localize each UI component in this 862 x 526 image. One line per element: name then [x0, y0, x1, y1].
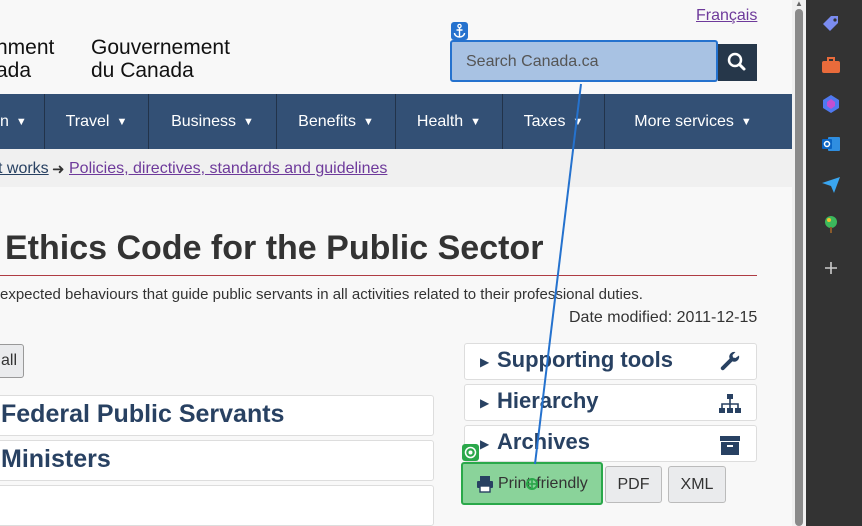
archives-toggle[interactable]: ▶ Archives [464, 425, 757, 462]
triangle-right-icon: ▶ [480, 437, 490, 451]
xml-button[interactable]: XML [668, 466, 726, 503]
print-icon [477, 476, 493, 493]
page-lead: expected behaviours that guide public se… [0, 286, 643, 303]
scroll-up-icon[interactable]: ▲ [795, 0, 803, 8]
panel-label: Supporting tools [497, 347, 673, 372]
page-title: Ethics Code for the Public Sector [5, 229, 544, 267]
tree-icon[interactable] [820, 213, 842, 235]
search-input[interactable]: Search Canada.ca [450, 40, 718, 82]
panel-ministers[interactable]: Ministers [0, 440, 434, 481]
anchor-marker-icon [451, 22, 468, 40]
menu-item-label: More services [634, 113, 734, 130]
menu-item-business[interactable]: Business ▼ [149, 94, 277, 149]
chevron-down-icon: ▼ [243, 116, 254, 128]
briefcase-icon[interactable] [820, 54, 842, 76]
wrench-icon [720, 351, 740, 371]
tag-icon[interactable] [820, 13, 842, 35]
breadcrumb-arrow-icon: ➜ [52, 161, 65, 178]
chevron-down-icon: ▼ [470, 116, 482, 128]
outlook-icon[interactable] [820, 133, 842, 155]
expand-all-button[interactable]: all [0, 344, 24, 378]
print-label: Print-friendly [498, 475, 588, 492]
main-menu: n ▼ Travel ▼ Business ▼ Benefits ▼ Health ▼ T… [0, 94, 792, 149]
supporting-tools-toggle[interactable]: ▶ Supporting tools [464, 343, 757, 380]
sitemap-icon [719, 394, 741, 413]
wordmark-en-line2: ada [0, 59, 32, 82]
add-icon[interactable] [820, 257, 842, 279]
panel-federal-public-servants[interactable]: Federal Public Servants [0, 395, 434, 436]
wordmark-en-line1: nment [0, 36, 55, 59]
chevron-down-icon: ▼ [15, 116, 27, 128]
chevron-down-icon: ▼ [362, 116, 374, 128]
panel-label: Hierarchy [497, 388, 599, 413]
send-icon[interactable] [820, 173, 842, 195]
canada-wordmark-fr[interactable]: Gouvernement du Canada [91, 36, 230, 82]
hierarchy-toggle[interactable]: ▶ Hierarchy [464, 384, 757, 421]
search-icon [727, 52, 746, 71]
menu-item-benefits[interactable]: Benefits ▼ [277, 94, 396, 149]
chevron-down-icon: ▼ [572, 116, 584, 128]
target-icon [464, 446, 477, 459]
triangle-right-icon: ▶ [480, 355, 490, 369]
panel-label: Archives [497, 429, 590, 454]
menu-item-label: n [0, 113, 9, 130]
chevron-down-icon: ▼ [116, 116, 128, 128]
panel-collapsed[interactable] [0, 485, 434, 526]
pdf-button[interactable]: PDF [605, 466, 662, 503]
breadcrumb-link-policies[interactable]: Policies, directives, standards and guid… [69, 160, 387, 178]
wordmark-fr-line1: Gouvernement [91, 36, 230, 59]
menu-item-label: Benefits [298, 113, 356, 130]
target-marker-icon [462, 444, 479, 461]
menu-item-taxes[interactable]: Taxes ▼ [503, 94, 605, 149]
panel-heading: Federal Public Servants [1, 400, 285, 428]
print-friendly-button[interactable]: Print-friendly [461, 462, 603, 505]
menu-item-health[interactable]: Health ▼ [396, 94, 503, 149]
copilot-icon[interactable] [820, 93, 842, 115]
breadcrumb-link[interactable]: t works [0, 160, 49, 178]
search-button[interactable] [718, 44, 757, 81]
web-page: Français nment ada Gouvernement du Canad… [0, 0, 792, 526]
menu-item-label: Travel [65, 113, 110, 130]
menu-item-label: Business [171, 113, 237, 130]
wordmark-fr-line2: du Canada [91, 59, 194, 82]
anchor-icon [453, 23, 466, 38]
browser-sidebar [806, 0, 862, 526]
panel-heading: Ministers [1, 445, 111, 473]
menu-item-partial[interactable]: n ▼ [0, 94, 45, 149]
menu-item-more-services[interactable]: More services ▼ [605, 94, 781, 149]
canada-wordmark-en[interactable]: nment ada [0, 36, 66, 82]
triangle-right-icon: ▶ [480, 396, 490, 410]
menu-item-label: Health [416, 113, 464, 130]
menu-item-travel[interactable]: Travel ▼ [45, 94, 149, 149]
date-modified: Date modified: 2011-12-15 [569, 309, 758, 326]
title-divider [0, 275, 757, 276]
menu-item-label: Taxes [523, 113, 566, 130]
search-placeholder: Search Canada.ca [466, 53, 599, 70]
language-toggle-link[interactable]: Français [696, 7, 757, 25]
scrollbar-thumb[interactable] [795, 9, 803, 526]
chevron-down-icon: ▼ [740, 116, 752, 128]
archive-icon [720, 436, 740, 455]
